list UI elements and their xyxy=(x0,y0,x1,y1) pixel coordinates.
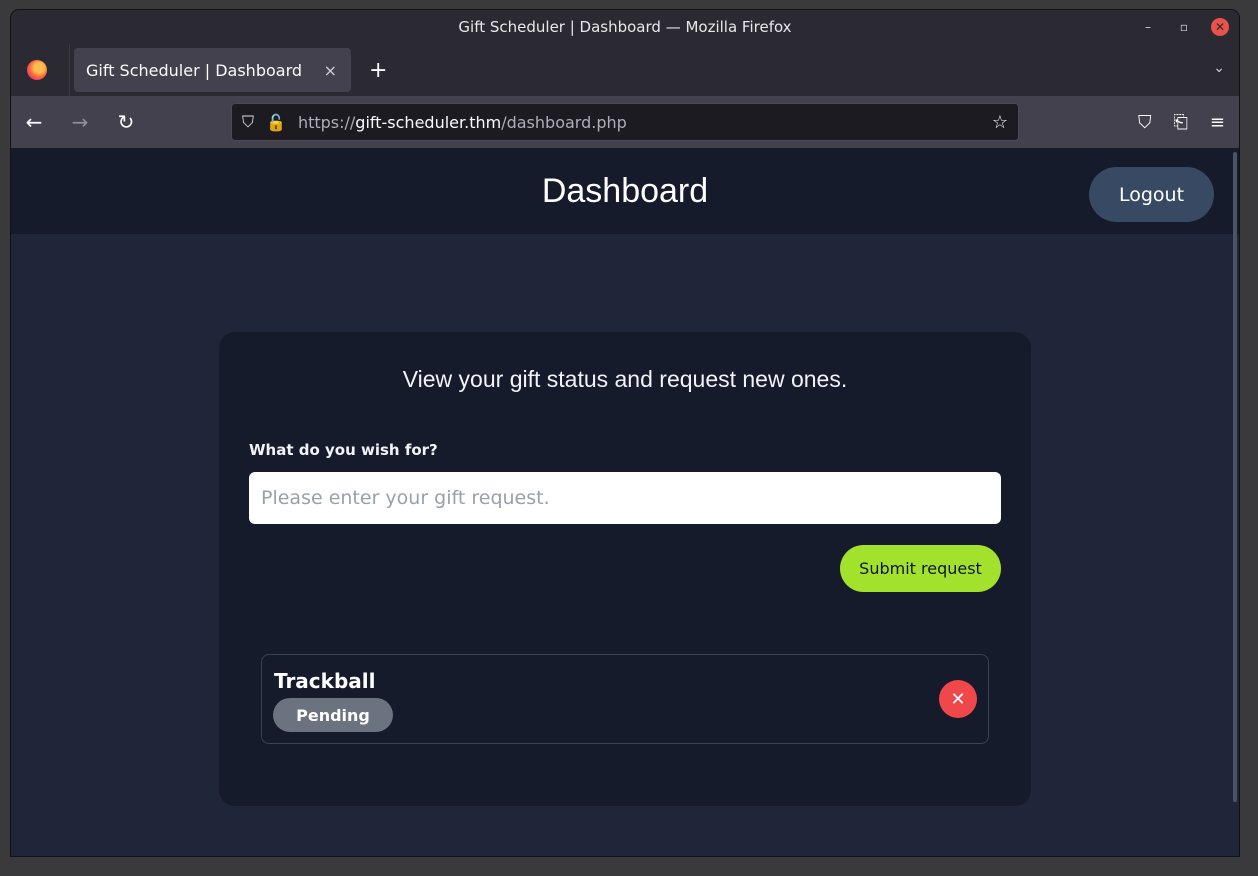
window-controls: – ▫ ✕ xyxy=(1139,18,1229,36)
reload-icon[interactable]: ↻ xyxy=(103,110,149,134)
restore-icon[interactable]: ▫ xyxy=(1175,18,1193,36)
url-scheme: https:// xyxy=(297,112,356,132)
page-title: Dashboard xyxy=(541,171,709,210)
list-all-tabs-icon[interactable]: ⌄ xyxy=(1213,60,1225,76)
app-menu-icon[interactable]: ≡ xyxy=(1210,112,1225,133)
tab-title: Gift Scheduler | Dashboard xyxy=(86,60,303,80)
firefox-logo-icon[interactable] xyxy=(27,60,47,80)
close-icon: ✕ xyxy=(950,688,966,710)
new-tab-icon[interactable]: + xyxy=(369,58,387,83)
tab-gift-scheduler-dashboard[interactable]: Gift Scheduler | Dashboard × xyxy=(74,48,351,92)
close-window-icon[interactable]: ✕ xyxy=(1211,18,1229,36)
logout-button[interactable]: Logout xyxy=(1089,167,1214,222)
gift-name: Trackball xyxy=(274,669,376,693)
pocket-icon[interactable]: ⛉ xyxy=(1138,112,1152,133)
gift-list-item: Trackball Pending ✕ xyxy=(261,654,989,744)
url-path: /dashboard.php xyxy=(501,112,627,132)
url-host: gift-scheduler.thm xyxy=(355,112,502,132)
wish-label: What do you wish for? xyxy=(249,441,438,459)
tab-strip: Gift Scheduler | Dashboard × + ⌄ xyxy=(11,44,1239,96)
gift-request-card: View your gift status and request new on… xyxy=(219,332,1031,806)
delete-gift-button[interactable]: ✕ xyxy=(939,680,977,718)
navigation-toolbar: ← → ↻ ⛉ 🔓 https://gift-scheduler.thm/das… xyxy=(11,96,1239,148)
minimize-icon[interactable]: – xyxy=(1139,18,1157,36)
submit-request-button[interactable]: Submit request xyxy=(840,545,1001,592)
forward-icon[interactable]: → xyxy=(57,110,103,134)
page-scrollbar[interactable] xyxy=(1233,152,1237,802)
bookmark-star-icon[interactable]: ☆ xyxy=(992,112,1008,133)
toolbar-right: ⛉ ⎗ ≡ xyxy=(1138,112,1225,133)
tab-separator xyxy=(69,44,70,96)
gift-request-input[interactable] xyxy=(249,472,1001,524)
page-content: Dashboard Logout View your gift status a… xyxy=(11,148,1239,856)
url-bar[interactable]: ⛉ 🔓 https://gift-scheduler.thm/dashboard… xyxy=(231,103,1019,141)
insecure-lock-icon[interactable]: 🔓 xyxy=(266,113,286,132)
status-badge: Pending xyxy=(273,698,393,732)
close-tab-icon[interactable]: × xyxy=(324,61,337,80)
page-header: Dashboard Logout xyxy=(11,148,1239,234)
back-icon[interactable]: ← xyxy=(11,110,57,134)
window-title: Gift Scheduler | Dashboard — Mozilla Fir… xyxy=(458,18,792,36)
browser-window: Gift Scheduler | Dashboard — Mozilla Fir… xyxy=(11,10,1239,856)
window-titlebar: Gift Scheduler | Dashboard — Mozilla Fir… xyxy=(11,10,1239,44)
card-heading: View your gift status and request new on… xyxy=(402,366,848,392)
tracking-protection-shield-icon[interactable]: ⛉ xyxy=(242,112,254,132)
extensions-icon[interactable]: ⎗ xyxy=(1174,112,1188,133)
